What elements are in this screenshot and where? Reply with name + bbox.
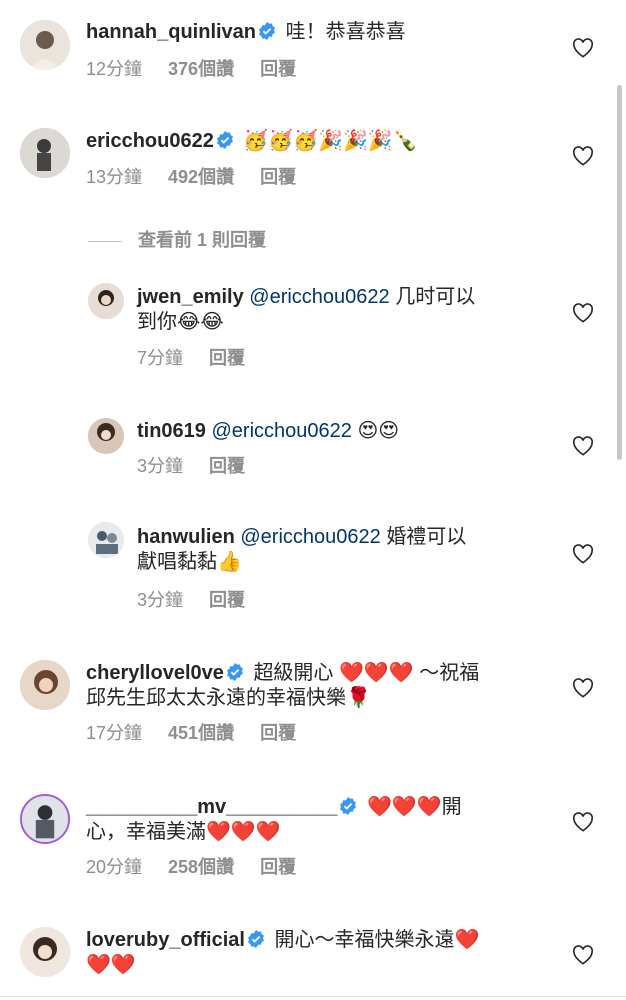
comment-text: 開 bbox=[441, 796, 462, 818]
username[interactable]: __________mv__________ bbox=[86, 796, 337, 818]
comment-time: 7分鐘 bbox=[137, 348, 184, 368]
heart-icon[interactable] bbox=[572, 38, 594, 58]
comment-text: 到你 bbox=[137, 311, 177, 333]
comment-time: 17分鐘 bbox=[86, 723, 143, 743]
reply-button[interactable]: 回覆 bbox=[260, 857, 296, 877]
likes-count[interactable]: 258個讚 bbox=[168, 857, 234, 877]
comment-time: 20分鐘 bbox=[86, 857, 143, 877]
heart-emoji: ❤️❤️ bbox=[86, 952, 136, 976]
comment-text: ～祝福 bbox=[419, 662, 480, 684]
verified-badge-icon bbox=[226, 663, 243, 681]
comment-time: 3分鐘 bbox=[137, 456, 184, 476]
reply-button[interactable]: 回覆 bbox=[209, 590, 245, 610]
avatar[interactable] bbox=[88, 418, 124, 454]
avatar[interactable] bbox=[88, 522, 124, 558]
verified-badge-icon bbox=[216, 131, 233, 149]
likes-count[interactable]: 492個讚 bbox=[168, 167, 234, 187]
avatar[interactable] bbox=[20, 660, 70, 710]
heart-emoji: ❤️ bbox=[454, 927, 480, 951]
username[interactable]: cheryllovel0ve bbox=[86, 662, 224, 684]
comment-emoji: 👍 bbox=[217, 549, 242, 573]
heart-icon[interactable] bbox=[572, 544, 594, 564]
avatar[interactable] bbox=[88, 283, 124, 319]
username[interactable]: tin0619 bbox=[137, 420, 206, 442]
heart-icon[interactable] bbox=[572, 436, 594, 456]
avatar[interactable] bbox=[20, 128, 70, 178]
scrollbar[interactable] bbox=[617, 85, 622, 460]
reply-button[interactable]: 回覆 bbox=[260, 723, 296, 743]
mention-link[interactable]: @ericchou0622 bbox=[212, 420, 352, 442]
comment-text: 邱先生邱太太永遠的幸福快樂 bbox=[86, 687, 346, 709]
username[interactable]: hannah_quinlivan bbox=[86, 21, 256, 43]
comment-text: 哇！恭喜恭喜 bbox=[285, 21, 406, 43]
comment-time: 3分鐘 bbox=[137, 590, 184, 610]
avatar[interactable] bbox=[20, 927, 70, 977]
comment-emoji: 😍😍 bbox=[357, 418, 400, 442]
reply-button[interactable]: 回覆 bbox=[260, 167, 296, 187]
heart-icon[interactable] bbox=[572, 303, 594, 323]
verified-badge-icon bbox=[248, 930, 264, 948]
comment-text: 超級開心 bbox=[253, 662, 334, 684]
divider bbox=[0, 996, 626, 997]
reply-button[interactable]: 回覆 bbox=[260, 59, 296, 79]
likes-count[interactable]: 451個讚 bbox=[168, 723, 234, 743]
verified-badge-icon bbox=[340, 797, 357, 815]
heart-icon[interactable] bbox=[572, 812, 594, 832]
comment-emoji: 😂😂 bbox=[177, 309, 224, 333]
comment-text: 几时可以 bbox=[395, 286, 476, 308]
comment-emoji: 🥳🥳🥳🎉🎉🎉🍾 bbox=[243, 128, 418, 152]
reply-button[interactable]: 回覆 bbox=[209, 456, 245, 476]
comment-time: 12分鐘 bbox=[86, 59, 143, 79]
avatar[interactable] bbox=[20, 20, 70, 70]
comment-text: 獻唱黏黏 bbox=[137, 551, 217, 573]
username[interactable]: ericchou0622 bbox=[86, 130, 214, 152]
heart-emoji: ❤️❤️❤️ bbox=[206, 819, 281, 843]
heart-icon[interactable] bbox=[572, 945, 594, 965]
comment-emoji: 🌹 bbox=[346, 685, 371, 709]
mention-link[interactable]: @ericchou0622 bbox=[249, 286, 389, 308]
avatar[interactable] bbox=[20, 794, 70, 844]
divider bbox=[88, 240, 122, 242]
view-replies-label: 查看前 1 則回覆 bbox=[138, 230, 267, 250]
heart-emoji: ❤️❤️❤️ bbox=[339, 660, 414, 684]
comment-text: 開心～幸福快樂永遠 bbox=[274, 929, 455, 951]
reply-button[interactable]: 回覆 bbox=[209, 348, 245, 368]
heart-icon[interactable] bbox=[572, 146, 594, 166]
username[interactable]: hanwulien bbox=[137, 526, 235, 548]
likes-count[interactable]: 376個讚 bbox=[168, 59, 234, 79]
view-replies-button[interactable]: 查看前 1 則回覆 bbox=[88, 226, 267, 250]
username[interactable]: loveruby_official bbox=[86, 929, 245, 951]
mention-link[interactable]: @ericchou0622 bbox=[240, 526, 380, 548]
username[interactable]: jwen_emily bbox=[137, 286, 244, 308]
heart-emoji: ❤️❤️❤️ bbox=[366, 794, 442, 818]
comment-text: 婚禮可以 bbox=[386, 526, 467, 548]
comment-time: 13分鐘 bbox=[86, 167, 143, 187]
heart-icon[interactable] bbox=[572, 678, 594, 698]
verified-badge-icon bbox=[259, 22, 275, 40]
comment-text: 心，幸福美滿 bbox=[86, 821, 206, 843]
